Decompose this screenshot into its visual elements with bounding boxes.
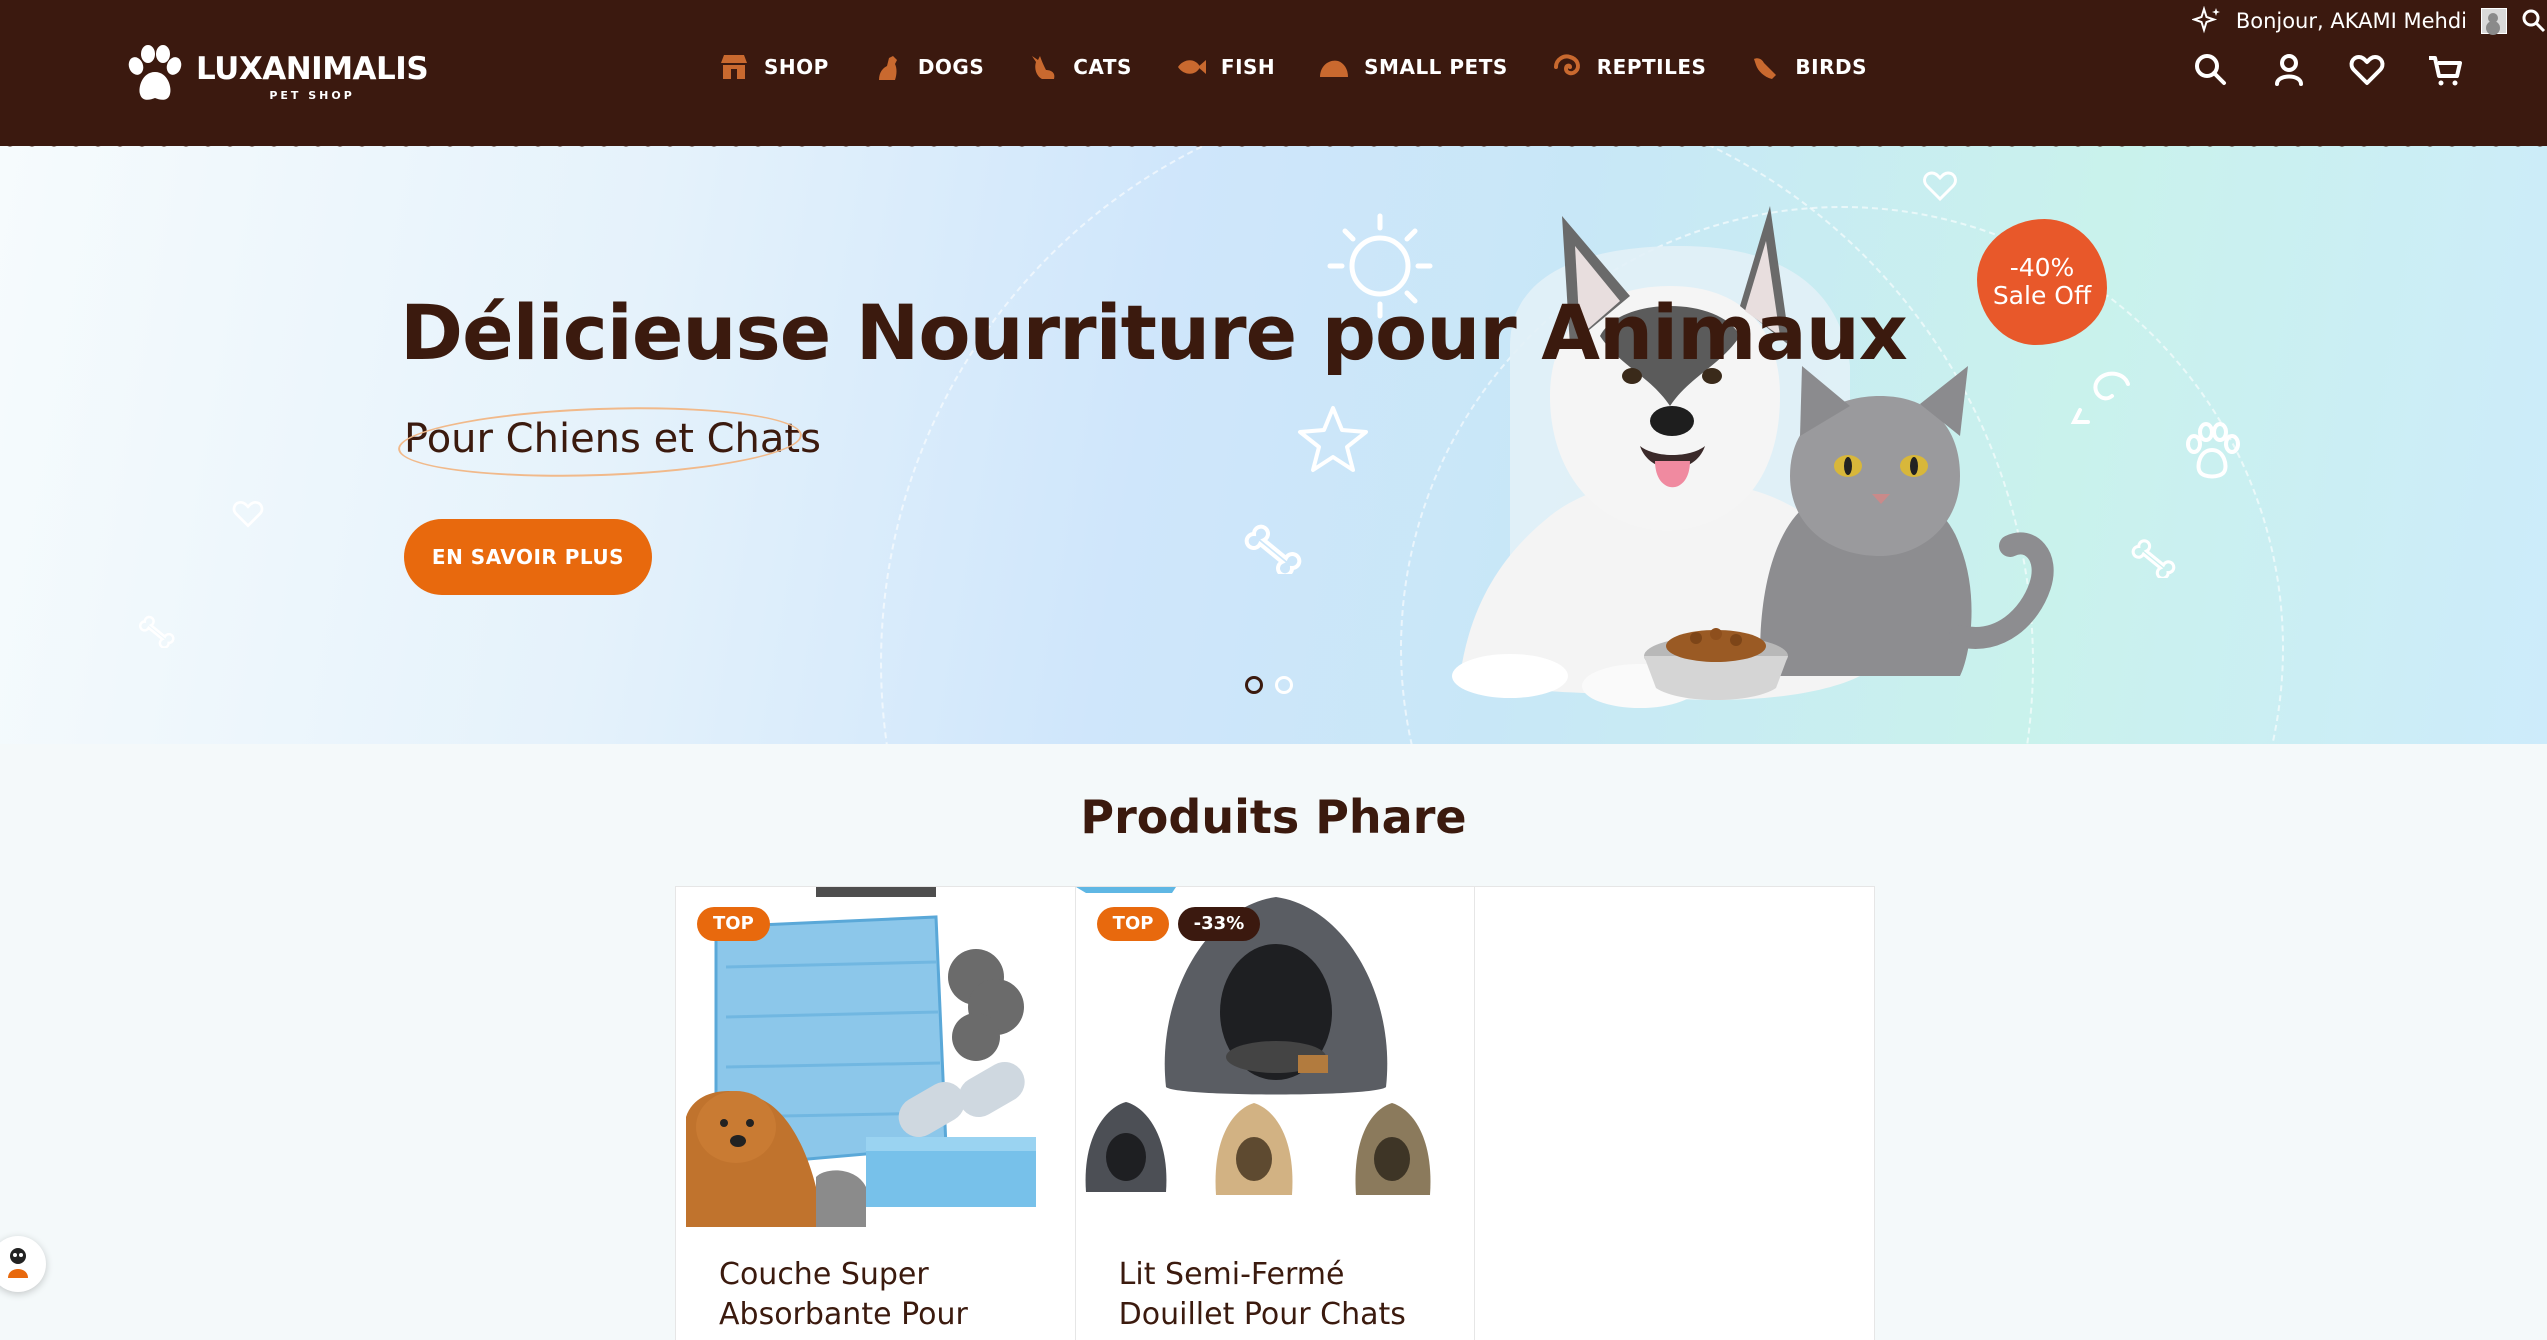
bone-doodle-icon <box>138 615 175 648</box>
nav-label: REPTILES <box>1596 55 1707 79</box>
site-header: Bonjour, AKAMI Mehdi LUXANIMALIS PET SHO… <box>0 0 2547 146</box>
nav-item-cats[interactable]: CATS <box>1027 52 1132 82</box>
small-pet-icon <box>1318 52 1350 82</box>
product-grid: TOP Couche Super Absorbante Pour TOP -33… <box>675 886 1875 1340</box>
nav-label: FISH <box>1220 55 1276 79</box>
dog-icon <box>872 52 904 82</box>
nav-label: SHOP <box>764 55 829 79</box>
chat-mascot-icon <box>4 1246 32 1282</box>
logo-subtitle: PET SHOP <box>269 88 355 102</box>
bird-icon <box>1749 52 1781 82</box>
nav-item-birds[interactable]: BIRDS <box>1749 52 1867 82</box>
product-card[interactable]: TOP -33% Lit Semi-Fermé Douillet Pour Ch… <box>1075 887 1476 1340</box>
chat-widget-button[interactable] <box>0 1236 46 1292</box>
product-name[interactable]: Lit Semi-Fermé Douillet Pour Chats Et <box>1119 1255 1439 1340</box>
sale-percent: -40% <box>2009 253 2075 282</box>
hero-subtitle: Pour Chiens et Chats <box>396 400 821 484</box>
sale-badge: -40% Sale Off <box>1977 219 2107 345</box>
paw-doodle-icon <box>2186 422 2240 479</box>
nav-label: DOGS <box>917 55 985 79</box>
search-icon[interactable] <box>2521 8 2547 34</box>
nav-item-small-pets[interactable]: SMALL PETS <box>1318 52 1508 82</box>
user-greeting[interactable]: Bonjour, AKAMI Mehdi <box>2236 9 2467 33</box>
slider-dots <box>1245 676 1293 694</box>
product-card-empty <box>1475 887 1874 1340</box>
bone-doodle-icon <box>2131 539 2176 578</box>
nav-item-reptiles[interactable]: REPTILES <box>1551 52 1707 82</box>
heart-icon[interactable] <box>2347 50 2387 90</box>
top-bar: Bonjour, AKAMI Mehdi <box>2191 4 2547 38</box>
bone-doodle-icon <box>1244 524 1302 574</box>
slide-dot-2[interactable] <box>1275 676 1293 694</box>
cat-icon <box>1027 52 1059 82</box>
hero-banner: Délicieuse Nourriture pour Animaux Pour … <box>0 146 2547 744</box>
sparkle-icon[interactable] <box>2191 6 2222 36</box>
account-icon[interactable] <box>2269 50 2309 90</box>
nav-label: BIRDS <box>1795 55 1867 79</box>
top-badge: TOP <box>697 907 770 941</box>
star-doodle-icon <box>1298 406 1368 472</box>
user-avatar[interactable] <box>2481 8 2507 34</box>
site-logo[interactable]: LUXANIMALIS PET SHOP <box>122 44 429 110</box>
hero-title: Délicieuse Nourriture pour Animaux <box>400 288 1908 377</box>
product-card[interactable]: TOP Couche Super Absorbante Pour <box>676 887 1076 1340</box>
learn-more-button[interactable]: EN SAVOIR PLUS <box>404 519 652 595</box>
reptile-icon <box>1551 52 1583 82</box>
nav-item-shop[interactable]: SHOP <box>718 52 829 82</box>
nav-item-dogs[interactable]: DOGS <box>872 52 984 82</box>
cart-icon[interactable] <box>2425 50 2465 90</box>
section-title: Produits Phare <box>1080 790 1467 844</box>
store-icon <box>718 52 750 82</box>
sale-label: Sale Off <box>1992 281 2092 310</box>
nav-label: SMALL PETS <box>1364 55 1508 79</box>
subtitle-ring-decoration <box>396 400 804 484</box>
discount-badge: -33% <box>1177 907 1261 941</box>
main-nav: SHOP DOGS CATS FISH SMALL PETS REPTILES … <box>718 52 1867 82</box>
header-torn-edge <box>0 140 2547 152</box>
top-badge: TOP <box>1096 907 1170 941</box>
heart-doodle-icon <box>232 500 264 528</box>
nav-item-fish[interactable]: FISH <box>1175 52 1275 82</box>
product-name[interactable]: Couche Super Absorbante Pour <box>719 1255 1039 1335</box>
nav-label: CATS <box>1073 55 1132 79</box>
slide-dot-1[interactable] <box>1245 676 1263 694</box>
paw-icon <box>122 44 186 110</box>
search-icon[interactable] <box>2191 50 2231 90</box>
header-actions <box>2191 50 2465 90</box>
logo-name: LUXANIMALIS <box>196 50 429 87</box>
fish-icon <box>1175 52 1207 82</box>
